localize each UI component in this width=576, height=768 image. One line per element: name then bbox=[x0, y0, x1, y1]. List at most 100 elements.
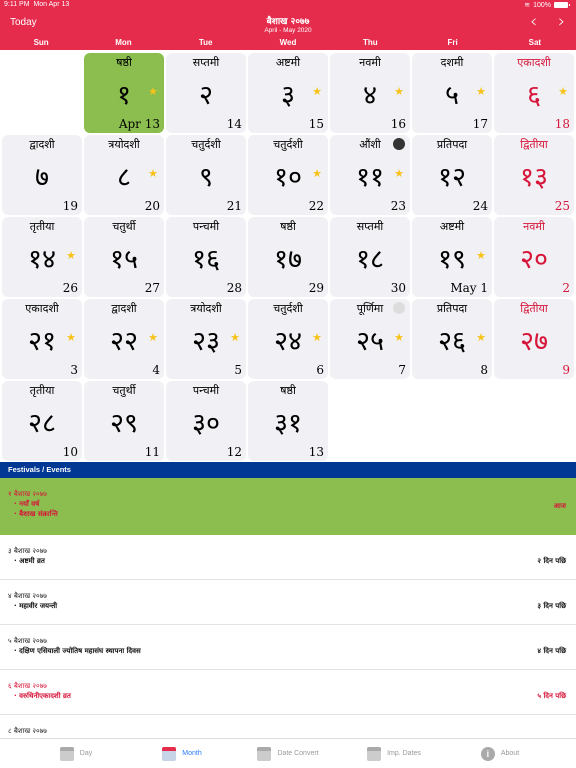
weekday-label: Wed bbox=[279, 38, 297, 47]
event-name: · दक्षिण एसियाली ज्योतिष महासंघ स्थापना … bbox=[14, 647, 141, 655]
day-cell[interactable]: अष्टमी ३ 15 ★ bbox=[248, 53, 328, 133]
event-date: ८ बैशाख २०७७ bbox=[8, 727, 47, 735]
tithi-label: प्रतिपदा bbox=[436, 138, 468, 151]
event-name: · महावीर जयन्ती bbox=[14, 602, 58, 610]
event-relative-time: २ दिन पछि bbox=[537, 557, 566, 565]
tithi-label: षष्ठी bbox=[116, 56, 132, 69]
english-date: 26 bbox=[62, 281, 78, 295]
event-name: · नयाँ वर्ष bbox=[14, 500, 40, 508]
event-name: · अष्टमी व्रत bbox=[14, 557, 45, 565]
day-cell[interactable]: एकादशी २१ 3 ★ bbox=[2, 299, 82, 379]
tithi-label: अष्टमी bbox=[439, 220, 465, 233]
events-list: १ बैशाख २०७७ · नयाँ वर्ष · बैशाख संक्रान्त… bbox=[0, 478, 576, 740]
english-date: Apr 13 bbox=[118, 117, 160, 131]
tab-date-convert[interactable]: Date Convert bbox=[235, 739, 341, 768]
event-star-icon: ★ bbox=[66, 331, 76, 344]
tab-imp-dates[interactable]: Imp. Dates bbox=[341, 739, 447, 768]
english-date: 24 bbox=[472, 199, 488, 213]
event-date: ६ बैशाख २०७७ bbox=[8, 682, 47, 690]
day-cell[interactable]: दशमी ५ 17 ★ bbox=[412, 53, 492, 133]
tab-label: Month bbox=[182, 750, 202, 757]
tithi-label: चतुर्दशी bbox=[191, 138, 221, 151]
day-cell[interactable]: चतुर्दशी १० 22 ★ bbox=[248, 135, 328, 215]
day-cell[interactable]: द्वितीया २७ 9 bbox=[494, 299, 574, 379]
day-cell[interactable]: सप्तमी २ 14 bbox=[166, 53, 246, 133]
day-cell[interactable]: षष्ठी ३१ 13 bbox=[248, 381, 328, 461]
important-dates-icon bbox=[367, 746, 382, 761]
day-cell[interactable]: नवमी २० 2 bbox=[494, 217, 574, 297]
day-cell[interactable]: चतुर्दशी ९ 21 bbox=[166, 135, 246, 215]
event-star-icon: ★ bbox=[394, 167, 404, 180]
event-date: १ बैशाख २०७७ bbox=[8, 490, 47, 498]
tithi-label: सप्तमी bbox=[356, 220, 384, 233]
day-cell[interactable]: पन्चमी १६ 28 bbox=[166, 217, 246, 297]
day-cell[interactable]: त्रयोदशी ८ 20 ★ bbox=[84, 135, 164, 215]
tithi-label: तृतीया bbox=[29, 384, 55, 397]
tithi-label: त्रयोदशी bbox=[108, 138, 140, 151]
event-relative-time: ३ दिन पछि bbox=[537, 602, 566, 610]
status-indicators: ≋ 100% bbox=[524, 1, 570, 9]
next-month-button[interactable]: › bbox=[558, 12, 565, 32]
event-row[interactable]: १ बैशाख २०७७ · नयाँ वर्ष · बैशाख संक्रान्त… bbox=[0, 478, 576, 535]
day-cell[interactable]: एकादशी ६ 18 ★ bbox=[494, 53, 574, 133]
events-header: Festivals / Events bbox=[0, 462, 576, 478]
event-row[interactable]: ५ बैशाख २०७७ · दक्षिण एसियाली ज्योतिष महा… bbox=[0, 625, 576, 670]
nepali-date: २ bbox=[198, 80, 214, 111]
battery-icon bbox=[554, 2, 570, 8]
day-cell[interactable]: सप्तमी १८ 30 bbox=[330, 217, 410, 297]
day-cell[interactable]: चतुर्थी १५ 27 bbox=[84, 217, 164, 297]
tithi-label: षष्ठी bbox=[280, 384, 296, 397]
day-cell[interactable]: प्रतिपदा १२ 24 bbox=[412, 135, 492, 215]
day-cell[interactable]: द्वितीया १३ 25 bbox=[494, 135, 574, 215]
day-cell[interactable]: औंशी ११ 23 ★ bbox=[330, 135, 410, 215]
day-cell[interactable]: चतुर्दशी २४ 6 ★ bbox=[248, 299, 328, 379]
tithi-label: दशमी bbox=[440, 56, 464, 69]
day-cell[interactable]: नवमी ४ 16 ★ bbox=[330, 53, 410, 133]
tab-about[interactable]: i About bbox=[447, 739, 553, 768]
english-date: 2 bbox=[562, 281, 570, 295]
tithi-label: सप्तमी bbox=[192, 56, 220, 69]
day-cell[interactable]: षष्ठी १७ 29 bbox=[248, 217, 328, 297]
day-cell[interactable]: त्रयोदशी २३ 5 ★ bbox=[166, 299, 246, 379]
event-star-icon: ★ bbox=[148, 331, 158, 344]
event-star-icon: ★ bbox=[394, 85, 404, 98]
nepali-date: २७ bbox=[519, 326, 549, 357]
tithi-label: अष्टमी bbox=[275, 56, 301, 69]
day-calendar-icon bbox=[59, 746, 74, 761]
event-row[interactable]: ४ बैशाख २०७७ · महावीर जयन्ती ३ दिन पछि bbox=[0, 580, 576, 625]
event-row[interactable]: ६ बैशाख २०७७ · वरुथिनीएकादशी व्रत ५ दिन पछ… bbox=[0, 670, 576, 715]
tab-month[interactable]: Month bbox=[129, 739, 235, 768]
day-cell[interactable]: षष्ठी १ Apr 13 ★ bbox=[84, 53, 164, 133]
app-header: 9:11 PM Mon Apr 13 ≋ 100% Today बैशाख २०… bbox=[0, 0, 576, 50]
event-date: ४ बैशाख २०७७ bbox=[8, 592, 47, 600]
tithi-label: प्रतिपदा bbox=[436, 302, 468, 315]
english-date: 11 bbox=[144, 445, 160, 459]
empty-cell bbox=[2, 53, 82, 133]
day-cell[interactable]: द्वादशी ७ 19 bbox=[2, 135, 82, 215]
event-name: · बैशाख संक्रान्ति bbox=[14, 510, 58, 518]
day-cell[interactable]: प्रतिपदा २६ 8 ★ bbox=[412, 299, 492, 379]
event-star-icon: ★ bbox=[394, 331, 404, 344]
tithi-label: षष्ठी bbox=[280, 220, 296, 233]
day-cell[interactable]: तृतीया २८ 10 bbox=[2, 381, 82, 461]
english-date: 27 bbox=[144, 281, 160, 295]
event-row[interactable]: ८ बैशाख २०७७ bbox=[0, 715, 576, 740]
weekday-label: Fri bbox=[447, 38, 458, 47]
tithi-label: नवमी bbox=[523, 220, 545, 233]
nepali-date: १७ bbox=[273, 244, 303, 275]
previous-month-button[interactable]: ‹ bbox=[530, 12, 537, 32]
tab-day[interactable]: Day bbox=[23, 739, 129, 768]
tithi-label: एकादशी bbox=[517, 56, 551, 69]
day-cell[interactable]: चतुर्थी २९ 11 bbox=[84, 381, 164, 461]
tithi-label: चतुर्थी bbox=[112, 384, 136, 397]
day-cell[interactable]: पन्चमी ३० 12 bbox=[166, 381, 246, 461]
day-cell[interactable]: अष्टमी १९ May 1 ★ bbox=[412, 217, 492, 297]
day-cell[interactable]: पूर्णिमा २५ 7 ★ bbox=[330, 299, 410, 379]
day-cell[interactable]: द्वादशी २२ 4 ★ bbox=[84, 299, 164, 379]
english-date: 8 bbox=[480, 363, 488, 377]
tithi-label: नवमी bbox=[359, 56, 381, 69]
day-cell[interactable]: तृतीया १४ 26 ★ bbox=[2, 217, 82, 297]
event-row[interactable]: ३ बैशाख २०७७ · अष्टमी व्रत २ दिन पछि bbox=[0, 535, 576, 580]
weekday-label: Thu bbox=[362, 38, 378, 47]
tithi-label: द्वादशी bbox=[111, 302, 137, 315]
